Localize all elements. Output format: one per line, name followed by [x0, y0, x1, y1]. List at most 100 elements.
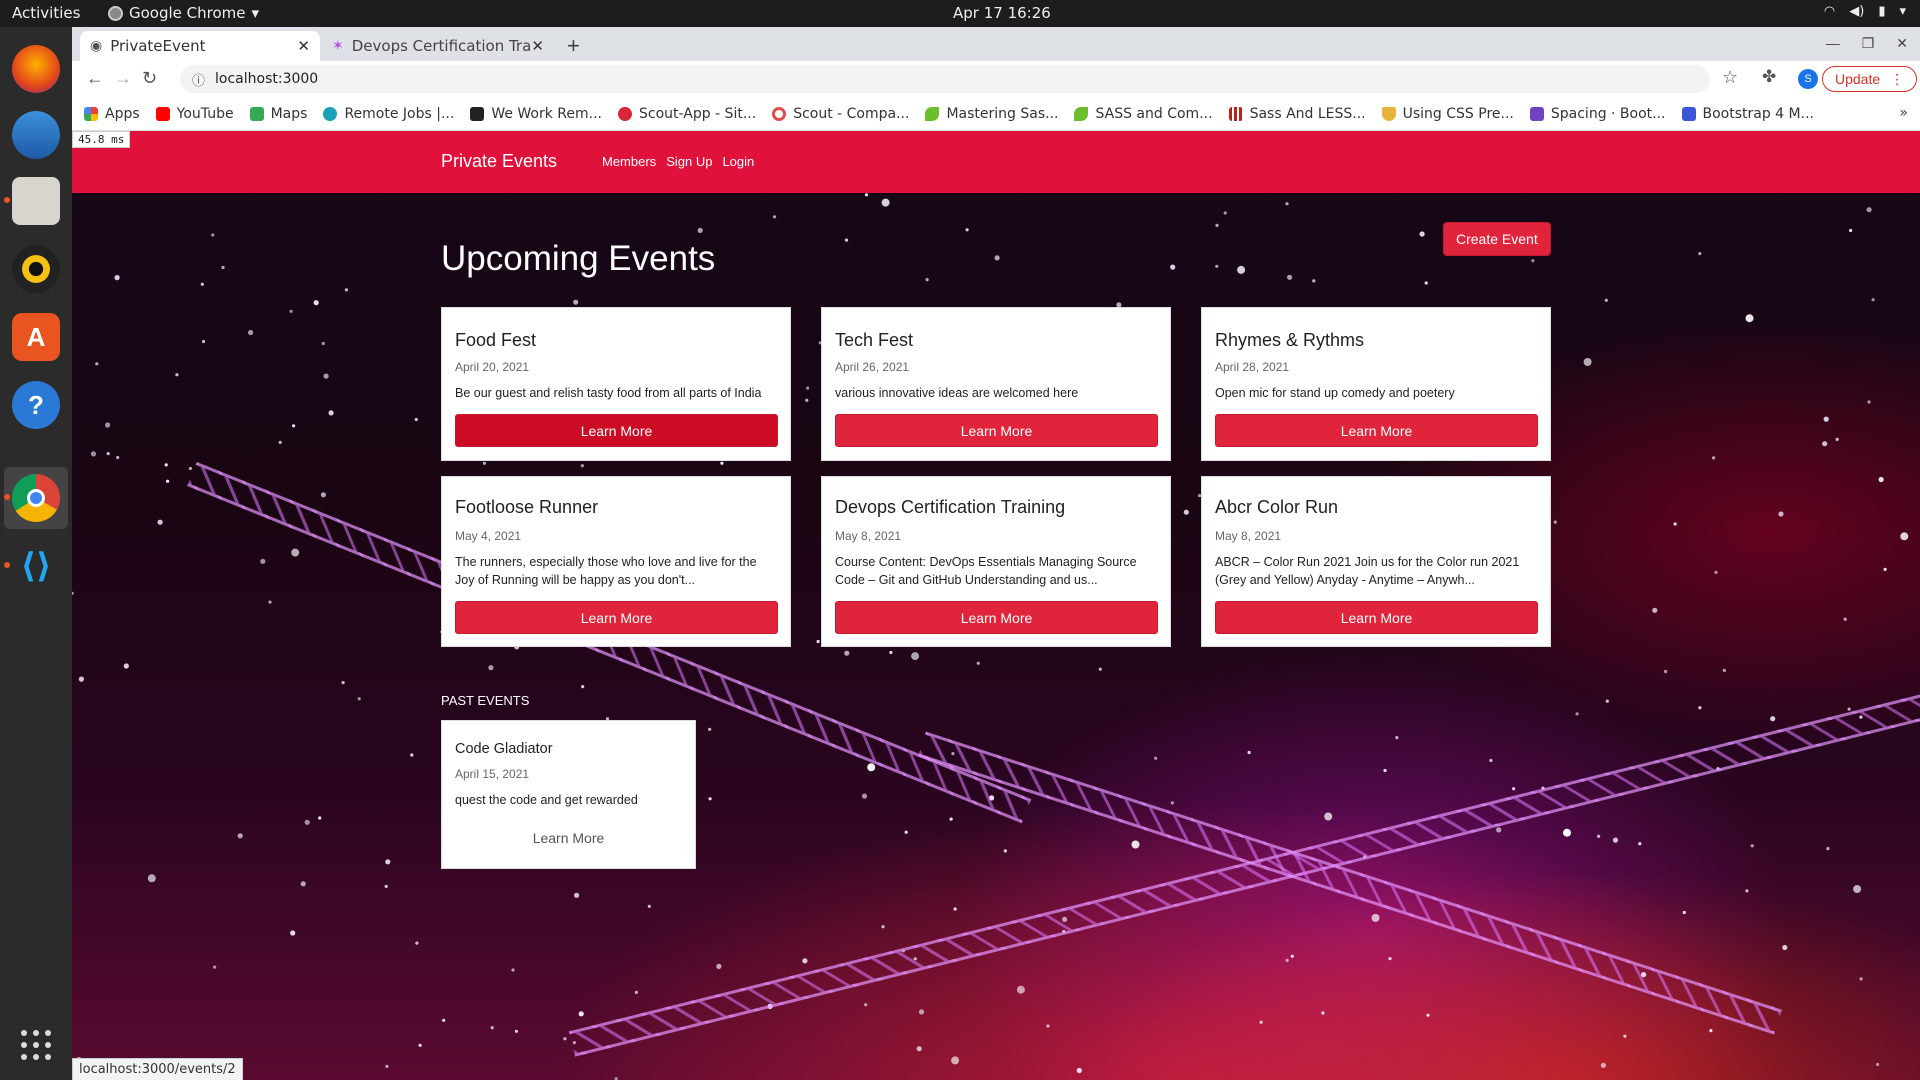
address-bar[interactable]: ⓘ localhost:3000: [180, 65, 1710, 93]
star-light: [1867, 400, 1871, 404]
bookmark-item[interactable]: YouTube: [155, 106, 234, 122]
star-light: [385, 859, 391, 865]
firefox-icon[interactable]: [12, 45, 60, 93]
tab-privateevent[interactable]: ◉ PrivateEvent ✕: [80, 31, 320, 61]
star-light: [1259, 1020, 1263, 1024]
bookmark-item[interactable]: Apps: [84, 106, 140, 122]
dock: A ? ⟨⟩: [0, 27, 72, 1080]
star-light: [1324, 812, 1333, 821]
nav-members[interactable]: Members: [602, 154, 656, 169]
reload-icon[interactable]: ↻: [142, 68, 157, 89]
system-tray[interactable]: ◠ ◀) ▮ ▾: [1824, 4, 1906, 19]
bookmark-label: Mastering Sas...: [946, 105, 1059, 122]
star-light: [708, 727, 712, 731]
star-light: [414, 417, 418, 422]
nav-login[interactable]: Login: [722, 154, 754, 169]
star-light: [647, 904, 651, 908]
files-icon[interactable]: [12, 177, 60, 225]
bookmark-item[interactable]: Mastering Sas...: [925, 106, 1058, 122]
learn-more-button[interactable]: Learn More: [835, 414, 1158, 447]
bootstrap-m-icon: [1681, 106, 1696, 121]
star-light: [213, 965, 217, 969]
back-icon[interactable]: ←: [86, 68, 104, 89]
learn-more-button[interactable]: Learn More: [1215, 414, 1538, 447]
event-title: Abcr Color Run: [1215, 497, 1339, 517]
restore-icon[interactable]: ❐: [1862, 35, 1875, 52]
star-light: [1722, 668, 1726, 673]
update-button[interactable]: Update ⋮: [1822, 66, 1918, 92]
forward-icon[interactable]: →: [114, 68, 132, 89]
bookmark-item[interactable]: Maps: [249, 106, 307, 122]
star-light: [1170, 264, 1176, 270]
bookmark-item[interactable]: Spacing · Boot...: [1529, 106, 1666, 122]
bookmark-item[interactable]: Sass And LESS...: [1228, 105, 1366, 122]
star-light: [580, 464, 584, 468]
software-center-icon[interactable]: A: [12, 313, 60, 361]
more-bookmarks-icon[interactable]: »: [1899, 105, 1908, 121]
clock[interactable]: Apr 17 16:26: [953, 4, 1051, 22]
star-light: [578, 1011, 584, 1017]
event-date: April 26, 2021: [835, 360, 910, 374]
star-light: [881, 198, 890, 207]
star-light: [925, 278, 929, 282]
bookmark-star-icon[interactable]: ☆: [1722, 67, 1738, 88]
grid-icon: [1228, 106, 1243, 121]
tab-devops[interactable]: ✶ Devops Certification Trai ✕: [322, 31, 554, 61]
learn-more-button[interactable]: Learn More: [1215, 601, 1538, 634]
wifi-icon: ◠: [1823, 4, 1836, 19]
info-icon[interactable]: ⓘ: [192, 70, 205, 89]
star-light: [1652, 607, 1658, 613]
bookmark-item[interactable]: SASS and Com...: [1074, 106, 1213, 122]
star-light: [514, 1029, 518, 1033]
star-light: [248, 329, 254, 336]
show-apps-icon[interactable]: [21, 1030, 51, 1060]
bookmark-label: Sass And LESS...: [1249, 105, 1366, 122]
event-card: Devops Certification Training May 8, 202…: [821, 476, 1171, 647]
close-icon[interactable]: ✕: [531, 37, 544, 55]
bookmark-label: Bootstrap 4 M...: [1702, 105, 1814, 122]
learn-more-button[interactable]: Learn More: [835, 601, 1158, 634]
event-date: May 8, 2021: [835, 529, 902, 543]
bookmark-item[interactable]: Bootstrap 4 M...: [1681, 105, 1814, 122]
star-light: [323, 373, 329, 379]
nav-sign-up[interactable]: Sign Up: [666, 154, 712, 169]
close-icon[interactable]: ✕: [297, 37, 310, 55]
star-light: [78, 676, 84, 682]
star-light: [1016, 985, 1025, 994]
new-tab-button[interactable]: +: [567, 33, 580, 59]
chrome-icon[interactable]: [12, 474, 60, 522]
profile-avatar[interactable]: S: [1798, 69, 1818, 89]
learn-more-button[interactable]: Learn More: [455, 414, 778, 447]
star-light: [1098, 667, 1102, 671]
star-light: [1883, 567, 1887, 571]
bookmark-item[interactable]: We Work Rem...: [470, 106, 602, 122]
star-light: [1388, 957, 1392, 961]
bookmark-item[interactable]: Scout-App - Sit...: [618, 106, 756, 122]
extensions-icon[interactable]: ✤: [1762, 67, 1776, 87]
vscode-icon[interactable]: ⟨⟩: [12, 542, 60, 590]
close-window-icon[interactable]: ✕: [1896, 35, 1908, 52]
minimize-icon[interactable]: —: [1826, 35, 1840, 52]
star-light: [1823, 416, 1829, 422]
learn-more-button[interactable]: Learn More: [455, 601, 778, 634]
star-light: [157, 519, 163, 525]
create-event-button[interactable]: Create Event: [1443, 222, 1551, 256]
star-light: [114, 275, 120, 281]
app-menu[interactable]: Google Chrome ▾: [108, 4, 259, 22]
bookmark-item[interactable]: Remote Jobs |...: [323, 106, 454, 122]
event-description: ABCR – Color Run 2021 Join us for the Co…: [1215, 555, 1520, 587]
bookmark-item[interactable]: Scout - Compa...: [772, 106, 909, 122]
star-light: [166, 479, 170, 483]
help-icon[interactable]: ?: [12, 381, 60, 429]
event-date: May 8, 2021: [1215, 529, 1282, 543]
thunderbird-icon[interactable]: [12, 111, 60, 159]
rhythmbox-icon[interactable]: [12, 245, 60, 293]
activities-button[interactable]: Activities: [12, 4, 80, 22]
site-brand[interactable]: Private Events: [441, 151, 557, 172]
past-event-card: Code Gladiator April 15, 2021 quest the …: [441, 720, 696, 869]
star-light: [320, 492, 326, 498]
learn-more-link[interactable]: Learn More: [442, 830, 695, 846]
bookmark-item[interactable]: Using CSS Pre...: [1381, 106, 1514, 122]
running-indicator: [4, 197, 10, 203]
star-light: [1531, 259, 1535, 263]
